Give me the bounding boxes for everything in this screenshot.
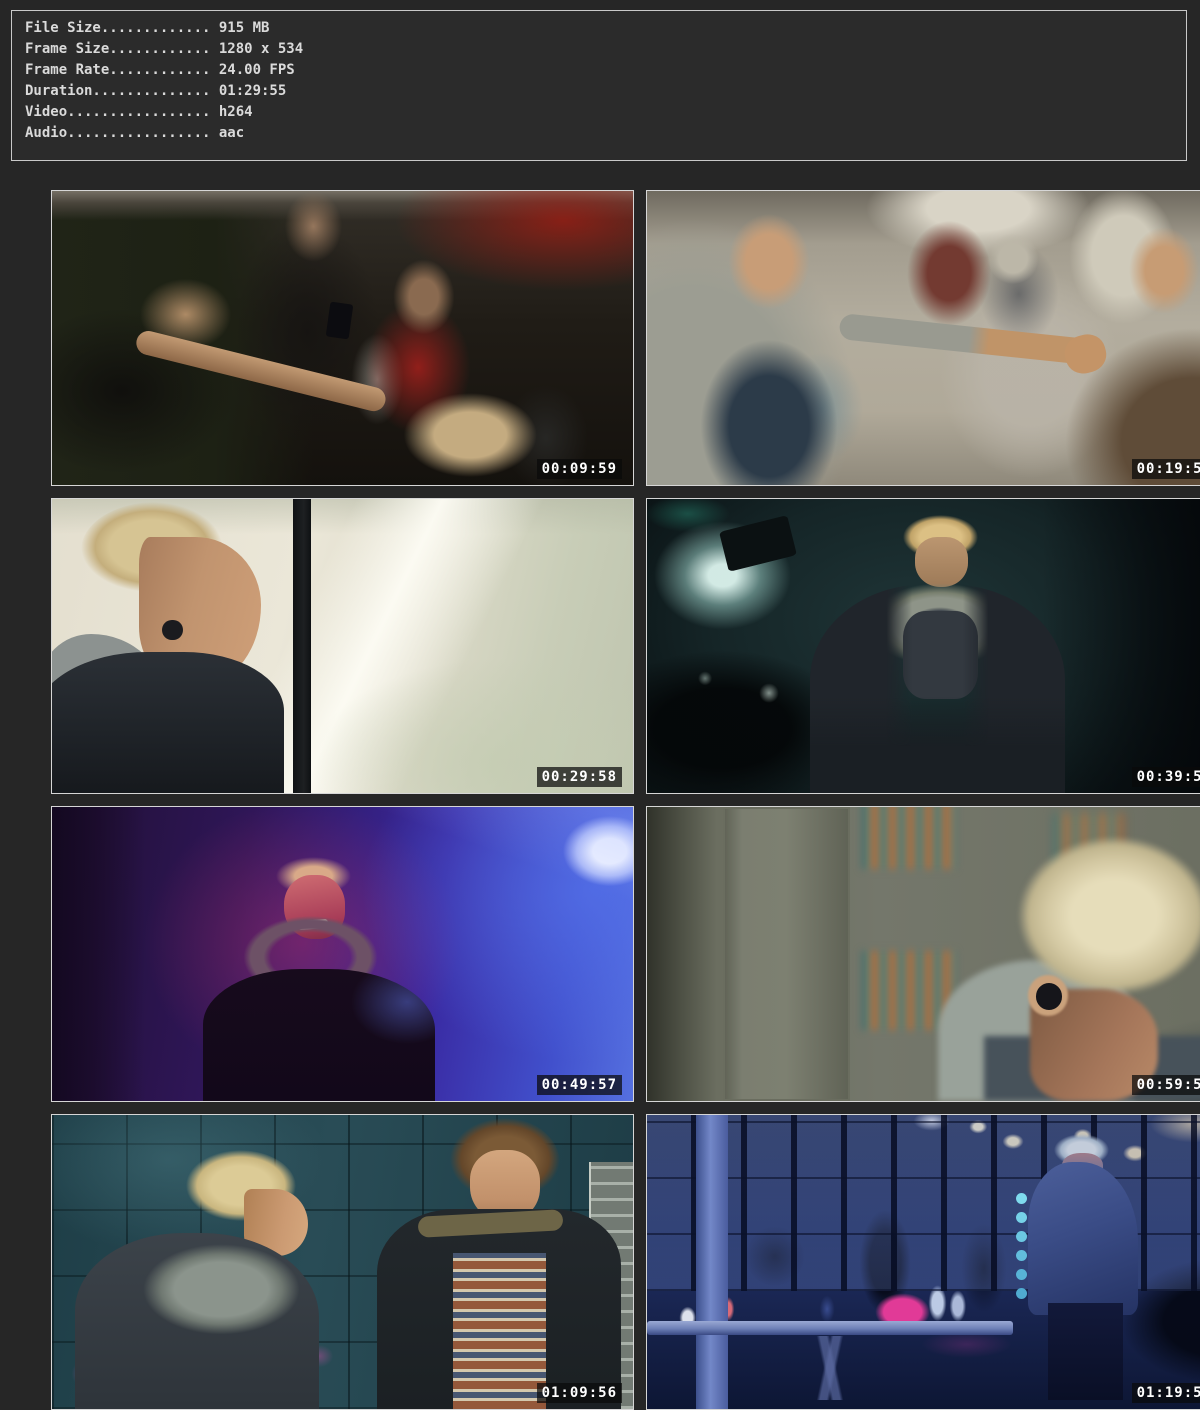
scene-layer xyxy=(670,1336,990,1401)
timestamp-overlay: 00:29:58 xyxy=(537,767,622,787)
timestamp-overlay: 00:39:57 xyxy=(1132,767,1200,787)
video-thumbnail-3: 00:29:58 xyxy=(51,498,634,794)
video-thumbnail-1: 00:09:59 xyxy=(51,190,634,486)
media-info-line-audio: Audio................. aac xyxy=(25,123,1186,144)
media-info-panel: File Size............. 915 MB Frame Size… xyxy=(11,10,1187,161)
timestamp-overlay: 00:19:58 xyxy=(1132,459,1200,479)
video-thumbnail-7: 01:09:56 xyxy=(51,1114,634,1410)
media-info-line-duration: Duration.............. 01:29:55 xyxy=(25,81,1186,102)
scene-layer xyxy=(162,620,182,641)
scene-art xyxy=(647,499,1200,793)
video-thumbnail-6: 00:59:56 xyxy=(646,806,1200,1102)
scene-layer xyxy=(453,1253,546,1409)
video-thumbnail-5: 00:49:57 xyxy=(51,806,634,1102)
scene-art xyxy=(647,1115,1200,1409)
scene-art xyxy=(52,499,633,793)
scene-layer xyxy=(723,807,851,1101)
scene-layer xyxy=(293,499,310,793)
media-info-line-video: Video................. h264 xyxy=(25,102,1186,123)
scene-layer xyxy=(862,806,955,869)
video-thumbnail-2: 00:19:58 xyxy=(646,190,1200,486)
scene-art xyxy=(647,191,1200,485)
video-thumbnail-8: 01:19:55 xyxy=(646,1114,1200,1410)
scene-layer xyxy=(75,1233,319,1409)
timestamp-overlay: 00:09:59 xyxy=(537,459,622,479)
scene-layer xyxy=(1048,1303,1124,1400)
scene-layer xyxy=(203,969,435,1101)
scene-layer xyxy=(647,1321,1013,1336)
scene-layer xyxy=(1028,1162,1138,1315)
scene-layer xyxy=(838,313,1089,365)
media-info-line-file-size: File Size............. 915 MB xyxy=(25,18,1186,39)
scene-layer xyxy=(810,584,1066,793)
scene-art xyxy=(52,807,633,1101)
timestamp-overlay: 01:09:56 xyxy=(537,1383,622,1403)
scene-art xyxy=(52,191,633,485)
scene-layer xyxy=(996,836,1200,1012)
led-dots-column xyxy=(1016,1193,1027,1204)
video-thumbnail-4: 00:39:57 xyxy=(646,498,1200,794)
timestamp-overlay: 01:19:55 xyxy=(1132,1383,1200,1403)
media-info-line-frame-size: Frame Size............ 1280 x 534 xyxy=(25,39,1186,60)
timestamp-overlay: 00:49:57 xyxy=(537,1075,622,1095)
scene-layer xyxy=(51,652,284,794)
scene-layer xyxy=(134,328,388,413)
scene-layer xyxy=(326,301,354,339)
scene-art xyxy=(52,1115,633,1409)
scene-layer xyxy=(719,515,797,572)
contact-sheet-page: { "media_info": { "lines": [ "File Size.… xyxy=(0,0,1200,1400)
timestamp-overlay: 00:59:56 xyxy=(1132,1075,1200,1095)
media-info-line-frame-rate: Frame Rate............ 24.00 FPS xyxy=(25,60,1186,81)
scene-art xyxy=(647,807,1200,1101)
